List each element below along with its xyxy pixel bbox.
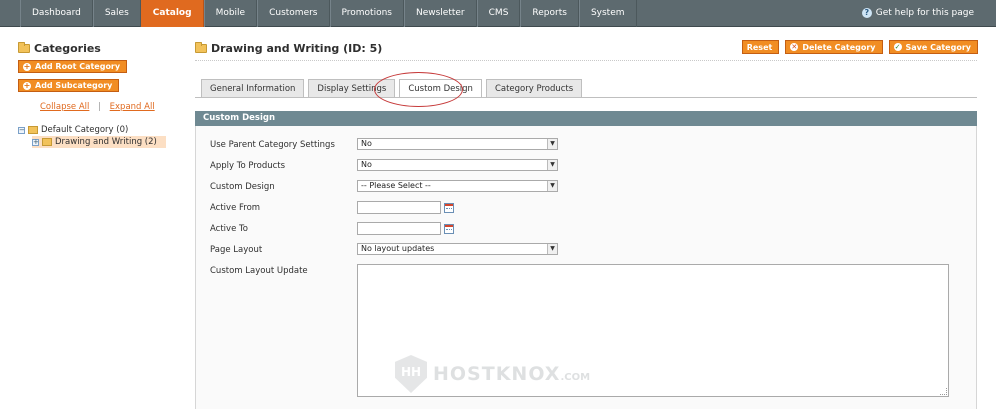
header-divider (195, 60, 977, 61)
nav-dashboard[interactable]: Dashboard (20, 0, 93, 27)
tree-node-drawing[interactable]: + Drawing and Writing (2) (32, 136, 166, 148)
custom-design-value: -- Please Select -- (361, 181, 431, 190)
links-separator: | (98, 102, 101, 112)
add-root-category-label: Add Root Category (35, 62, 121, 71)
tab-custom-design[interactable]: Custom Design (399, 79, 482, 98)
folder-icon (195, 42, 207, 53)
active-from-input[interactable] (357, 201, 441, 214)
watermark-text: HOSTKNOX.COM (433, 363, 590, 385)
save-category-button[interactable]: ✓ Save Category (888, 40, 978, 54)
check-icon: ✓ (893, 43, 902, 51)
add-root-category-button[interactable]: + Add Root Category (18, 60, 128, 73)
chevron-down-icon: ▼ (547, 244, 557, 254)
page-title: Drawing and Writing (ID: 5) (195, 42, 382, 55)
page-layout-label: Page Layout (210, 245, 263, 255)
panel-header: Custom Design (195, 111, 977, 126)
use-parent-select[interactable]: No ▼ (357, 138, 558, 150)
action-buttons: Reset ✕ Delete Category ✓ Save Category (741, 40, 978, 54)
watermark-brand: HOSTKNOX (433, 363, 561, 385)
resize-grip-icon[interactable] (940, 388, 947, 395)
tree-links: Collapse All | Expand All (40, 102, 166, 112)
hostknox-shield-icon: HH (395, 355, 427, 393)
custom-design-label: Custom Design (210, 182, 275, 192)
watermark-suffix: .COM (560, 372, 591, 383)
nav-mobile[interactable]: Mobile (203, 0, 258, 27)
nav-newsletter[interactable]: Newsletter (403, 0, 477, 27)
delete-category-button[interactable]: ✕ Delete Category (785, 40, 883, 54)
tree-node-label: Default Category (0) (41, 125, 129, 135)
nav-sales[interactable]: Sales (92, 0, 141, 27)
nav-catalog[interactable]: Catalog (140, 0, 204, 27)
chevron-down-icon: ▼ (547, 139, 557, 149)
active-to-label: Active To (210, 224, 248, 234)
folder-icon (18, 42, 30, 53)
use-parent-label: Use Parent Category Settings (210, 140, 335, 150)
delete-icon: ✕ (790, 43, 799, 51)
custom-design-select[interactable]: -- Please Select -- ▼ (357, 180, 558, 192)
active-from-label: Active From (210, 203, 261, 213)
save-category-label: Save Category (905, 42, 972, 52)
help-label: Get help for this page (875, 8, 974, 18)
tab-display-settings[interactable]: Display Settings (308, 79, 396, 98)
plus-icon: + (23, 61, 31, 71)
calendar-icon[interactable] (444, 224, 454, 234)
categories-title-text: Categories (34, 42, 101, 55)
use-parent-value: No (361, 139, 372, 148)
tabs-underline (195, 97, 977, 98)
calendar-icon[interactable] (444, 203, 454, 213)
add-subcategory-button[interactable]: + Add Subcategory (18, 79, 120, 92)
tab-general-information[interactable]: General Information (201, 79, 305, 98)
reset-label: Reset (746, 42, 773, 52)
folder-icon (28, 126, 38, 134)
delete-category-label: Delete Category (802, 42, 876, 52)
watermark: HH HOSTKNOX.COM (395, 355, 590, 393)
top-nav: Dashboard Sales Catalog Mobile Customers… (0, 0, 996, 27)
category-tabs: General Information Display Settings Cus… (201, 79, 583, 98)
apply-products-label: Apply To Products (210, 161, 286, 171)
page-title-text: Drawing and Writing (ID: 5) (211, 42, 383, 55)
reset-button[interactable]: Reset (741, 40, 780, 54)
nav-cms[interactable]: CMS (476, 0, 521, 27)
plus-icon: + (23, 80, 31, 90)
expand-all-link[interactable]: Expand All (110, 102, 155, 112)
layout-update-label: Custom Layout Update (210, 266, 308, 276)
chevron-down-icon: ▼ (547, 160, 557, 170)
nav-customers[interactable]: Customers (257, 0, 330, 27)
active-to-input[interactable] (357, 222, 441, 235)
nav-reports[interactable]: Reports (520, 0, 579, 27)
category-tree: − Default Category (0) + Drawing and Wri… (18, 124, 166, 148)
page-layout-value: No layout updates (361, 244, 435, 253)
help-link[interactable]: ? Get help for this page (861, 8, 974, 18)
nav-promotions[interactable]: Promotions (329, 0, 404, 27)
page-layout-select[interactable]: No layout updates ▼ (357, 243, 558, 255)
main-menu: Dashboard Sales Catalog Mobile Customers… (20, 0, 637, 27)
collapse-toggle-icon[interactable]: − (18, 126, 25, 134)
chevron-down-icon: ▼ (547, 181, 557, 191)
collapse-all-link[interactable]: Collapse All (40, 102, 89, 112)
apply-products-select[interactable]: No ▼ (357, 159, 558, 171)
categories-sidebar: Categories + Add Root Category + Add Sub… (18, 42, 166, 148)
nav-system[interactable]: System (578, 0, 637, 27)
tree-node-default[interactable]: − Default Category (0) (18, 124, 166, 136)
tree-node-label: Drawing and Writing (2) (55, 137, 157, 147)
categories-title: Categories (18, 42, 166, 55)
tab-category-products[interactable]: Category Products (485, 79, 583, 98)
apply-products-value: No (361, 160, 372, 169)
help-icon: ? (861, 8, 872, 18)
add-subcategory-label: Add Subcategory (35, 81, 113, 90)
folder-icon (42, 138, 52, 146)
expand-toggle-icon[interactable]: + (32, 138, 39, 146)
